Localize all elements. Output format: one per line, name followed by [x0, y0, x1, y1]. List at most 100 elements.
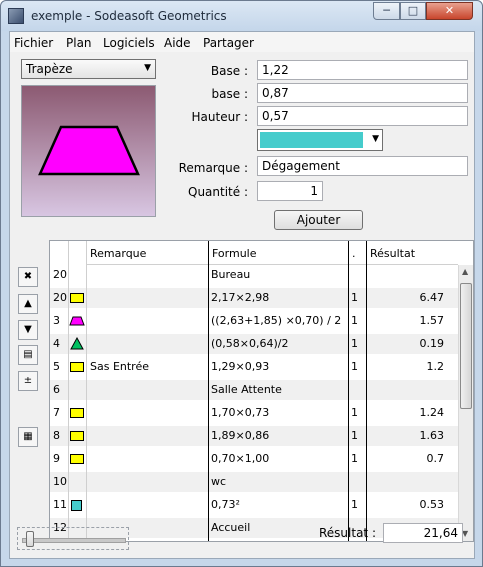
table-row[interactable]: 6 Salle Attente: [50, 380, 458, 400]
row-quantity: 1: [351, 452, 358, 465]
color-select[interactable]: ▼: [257, 129, 383, 151]
row-resultat: 1.57: [419, 314, 445, 327]
app-window: exemple - Sodeasoft Geometrics ─ □ ✕ Fic…: [0, 0, 483, 567]
menu-logiciels[interactable]: Logiciels: [103, 36, 155, 50]
paste-icon[interactable]: ▤: [18, 345, 38, 365]
slider-knob[interactable]: [26, 531, 34, 547]
total-result-label: Résultat :: [319, 526, 376, 540]
move-down-icon[interactable]: ▼: [18, 320, 38, 340]
column-header-resultat[interactable]: Résultat: [366, 241, 458, 265]
row-number: 20: [53, 291, 67, 304]
column-header-formule[interactable]: Formule: [208, 241, 348, 265]
shape-select[interactable]: Trapèze ▼: [21, 59, 156, 79]
shape-select-value: Trapèze: [26, 62, 73, 76]
menu-fichier[interactable]: Fichier: [14, 36, 53, 50]
row-resultat: 1.24: [419, 406, 445, 419]
table-row[interactable]: 20 2,17×2,98 1 6.47: [50, 288, 458, 308]
hauteur-label: Hauteur :: [191, 110, 248, 124]
row-number: 9: [53, 452, 60, 465]
column-divider: [208, 241, 209, 541]
base-major-input[interactable]: 1,22: [257, 60, 468, 80]
table-row[interactable]: 7 1,70×0,73 1 1.24: [50, 403, 458, 423]
row-formule: 1,70×0,73: [211, 406, 270, 419]
column-header-quantity[interactable]: .: [348, 241, 366, 265]
menu-bar: Fichier Plan Logiciels Aide Partager: [10, 32, 474, 52]
base-minor-input[interactable]: 0,87: [257, 83, 468, 103]
row-quantity: 1: [351, 406, 358, 419]
row-formule: 2,17×2,98: [211, 291, 270, 304]
add-button[interactable]: Ajouter: [274, 210, 363, 230]
scroll-up-icon[interactable]: ▲: [462, 267, 468, 276]
hauteur-input[interactable]: 0,57: [257, 106, 468, 126]
column-header-remarque[interactable]: Remarque: [86, 241, 208, 265]
square-shape-icon: [71, 500, 82, 511]
scroll-thumb[interactable]: [460, 283, 472, 409]
remarque-label: Remarque :: [178, 161, 248, 175]
row-formule: 0,70×1,00: [211, 452, 270, 465]
menu-partager[interactable]: Partager: [203, 36, 254, 50]
row-quantity: 1: [351, 360, 358, 373]
vertical-scrollbar[interactable]: ▲ ▼: [458, 265, 473, 541]
row-resultat: 0.7: [426, 452, 445, 465]
plus-minus-icon[interactable]: ±: [18, 371, 38, 391]
row-number: 7: [53, 406, 60, 419]
row-resultat: 1.63: [419, 429, 445, 442]
row-number: 6: [53, 383, 60, 396]
table-row[interactable]: 9 0,70×1,00 1 0.7: [50, 449, 458, 469]
table-row[interactable]: 20 Bureau: [50, 265, 458, 285]
shape-preview: [21, 85, 156, 217]
remarque-input[interactable]: Dégagement: [257, 156, 468, 176]
row-formule: wc: [211, 475, 227, 488]
shapes-icon[interactable]: ▦: [18, 427, 38, 447]
measurements-table: Remarque Formule . Résultat 20 Bureau 20 2,…: [49, 240, 474, 542]
row-formule: Salle Attente: [211, 383, 282, 396]
row-quantity: 1: [351, 291, 358, 304]
quantite-input[interactable]: 1: [257, 181, 323, 201]
row-quantity: 1: [351, 498, 358, 511]
close-button[interactable]: ✕: [426, 2, 473, 20]
rectangle-shape-icon: [70, 293, 84, 303]
menu-plan[interactable]: Plan: [66, 36, 92, 50]
maximize-button[interactable]: □: [400, 2, 426, 20]
menu-aide[interactable]: Aide: [164, 36, 191, 50]
table-row[interactable]: 8 1,89×0,86 1 1.63: [50, 426, 458, 446]
chevron-down-icon: ▼: [144, 63, 151, 73]
table-row[interactable]: 10 wc: [50, 472, 458, 492]
app-icon: [8, 8, 24, 24]
row-quantity: 1: [351, 429, 358, 442]
column-divider: [366, 241, 367, 541]
color-swatch: [260, 132, 363, 148]
row-formule: (0,58×0,64)/2: [211, 337, 289, 350]
row-quantity: 1: [351, 337, 358, 350]
row-formule: 1,29×0,93: [211, 360, 270, 373]
client-area: Fichier Plan Logiciels Aide Partager Tra…: [9, 31, 475, 559]
base-minor-label: base :: [211, 87, 248, 101]
minimize-button[interactable]: ─: [373, 2, 400, 20]
triangle-shape-icon: [70, 337, 84, 350]
row-formule: 1,89×0,86: [211, 429, 270, 442]
row-formule: 0,73²: [211, 498, 240, 511]
row-number: 4: [53, 337, 60, 350]
zoom-slider[interactable]: [17, 527, 129, 550]
row-resultat: 0.19: [419, 337, 445, 350]
rectangle-shape-icon: [70, 362, 84, 372]
move-up-icon[interactable]: ▲: [18, 294, 38, 314]
quantite-label: Quantité :: [188, 185, 248, 199]
total-result-value: 21,64: [383, 523, 463, 543]
row-number: 20: [53, 268, 67, 281]
row-remarque: Sas Entrée: [90, 360, 150, 373]
column-divider: [348, 241, 349, 541]
table-row[interactable]: 11 0,73² 1 0.53: [50, 495, 458, 515]
slider-track: [22, 538, 126, 543]
table-row[interactable]: 3 ((2,63+1,85) ×0,70) / 2 1 1.57: [50, 311, 458, 331]
delete-row-icon[interactable]: ✖: [18, 267, 38, 287]
table-row[interactable]: 5 Sas Entrée 1,29×0,93 1 1.2: [50, 357, 458, 377]
window-title: exemple - Sodeasoft Geometrics: [31, 9, 227, 23]
table-row[interactable]: 4 (0,58×0,64)/2 1 0.19: [50, 334, 458, 354]
row-number: 8: [53, 429, 60, 442]
row-number: 3: [53, 314, 60, 327]
row-resultat: 1.2: [426, 360, 445, 373]
column-divider: [86, 241, 87, 541]
row-resultat: 0.53: [419, 498, 445, 511]
chevron-down-icon: ▼: [372, 134, 379, 144]
